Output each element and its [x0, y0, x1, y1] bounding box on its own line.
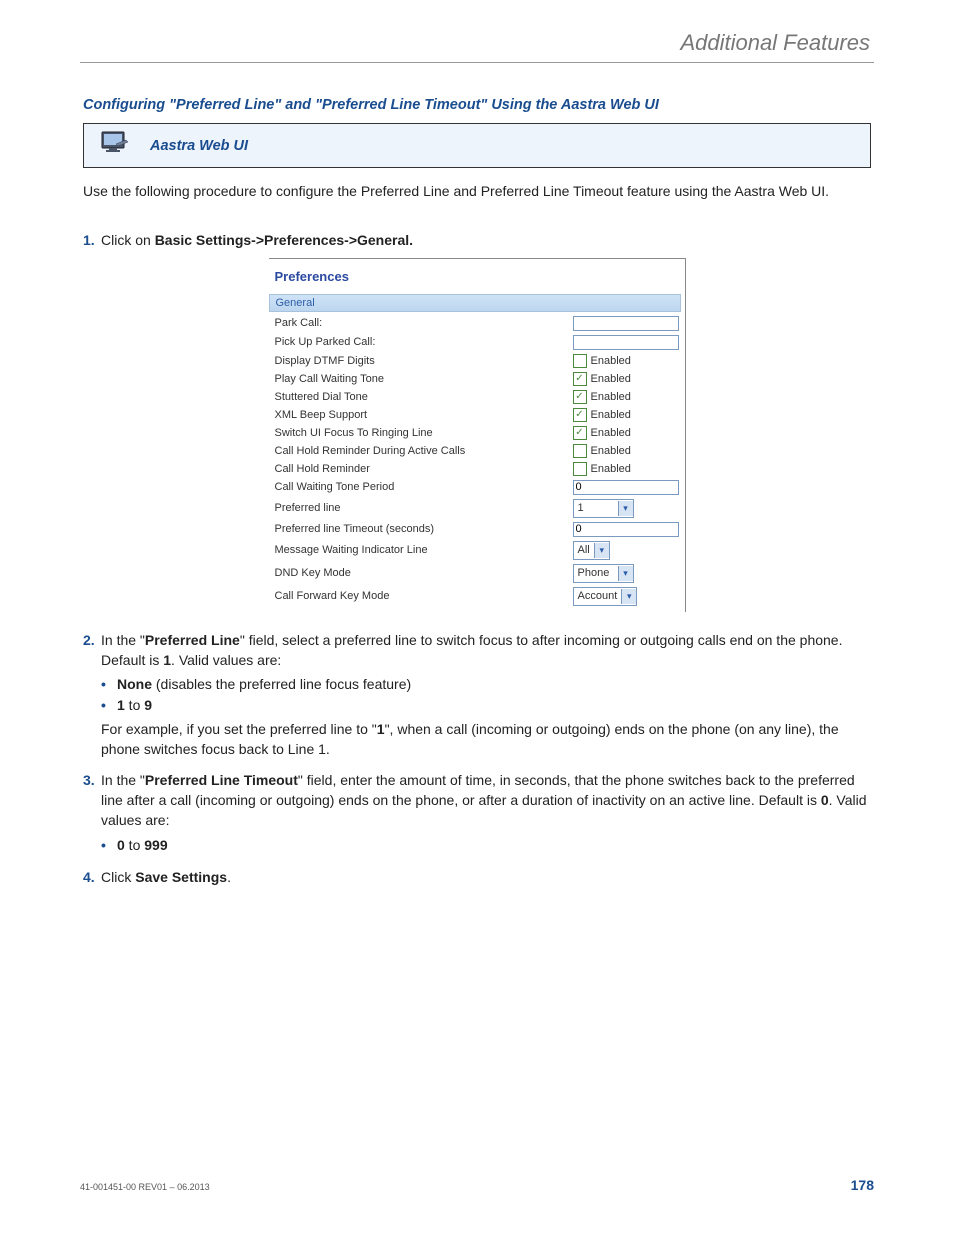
bullet-dot: • — [101, 835, 117, 855]
plt-input[interactable] — [573, 522, 679, 537]
dtmf-enabled: Enabled — [591, 355, 631, 367]
row-cwtp-label: Call Waiting Tone Period — [269, 478, 567, 497]
s2-bl2b: to — [125, 697, 144, 713]
s3-b2: 0 — [821, 792, 829, 808]
row-sdt-label: Stuttered Dial Tone — [269, 388, 567, 406]
row-cfkm-label: Call Forward Key Mode — [269, 585, 567, 608]
xml-checkbox[interactable]: ✓ — [573, 408, 587, 422]
s4-pre: Click — [101, 869, 135, 885]
row-pickup-label: Pick Up Parked Call: — [269, 333, 567, 352]
pickup-call-input[interactable] — [573, 335, 679, 350]
s3-bl1a: 0 — [117, 837, 125, 853]
footer-page-number: 178 — [851, 1177, 874, 1193]
cwtp-input[interactable] — [573, 480, 679, 495]
section-title: Configuring "Preferred Line" and "Prefer… — [83, 97, 874, 113]
s2-t: In the " — [101, 632, 145, 648]
ring-checkbox[interactable]: ✓ — [573, 426, 587, 440]
webui-label: Aastra Web UI — [150, 138, 248, 154]
s2-p2b: 1 — [377, 721, 385, 737]
step-4: 4. Click Save Settings. — [83, 867, 871, 887]
s2-bl1a: None — [117, 676, 152, 692]
cwt-checkbox[interactable]: ✓ — [573, 372, 587, 386]
s4-post: . — [227, 869, 231, 885]
page-header: Additional Features — [80, 30, 874, 56]
s3-t: In the " — [101, 772, 145, 788]
chevron-down-icon: ▾ — [594, 543, 609, 558]
chr-enabled: Enabled — [591, 463, 631, 475]
page-footer: 41-001451-00 REV01 – 06.2013 178 — [80, 1177, 874, 1193]
s2-t3: . Valid values are: — [171, 652, 281, 668]
s2-bl1b: (disables the preferred line focus featu… — [152, 676, 411, 692]
xml-enabled: Enabled — [591, 409, 631, 421]
s3-bl1c: 999 — [144, 837, 167, 853]
step-1: 1. Click on Basic Settings->Preferences-… — [83, 230, 871, 250]
preferences-title: Preferences — [269, 259, 685, 294]
row-dnd-label: DND Key Mode — [269, 562, 567, 585]
s2-b1: Preferred Line — [145, 632, 240, 648]
pl-value: 1 — [574, 502, 618, 514]
chevron-down-icon: ▾ — [618, 566, 633, 581]
row-chr-label: Call Hold Reminder — [269, 460, 567, 478]
step-number: 1. — [83, 230, 101, 250]
dnd-value: Phone — [574, 567, 618, 579]
intro-text: Use the following procedure to configure… — [83, 182, 871, 202]
monitor-icon — [100, 130, 130, 161]
row-park-label: Park Call: — [269, 314, 567, 333]
bullet-dot: • — [101, 695, 117, 715]
row-dtmf-label: Display DTMF Digits — [269, 352, 567, 370]
s3-bl1b: to — [125, 837, 144, 853]
chrd-enabled: Enabled — [591, 445, 631, 457]
step-number: 3. — [83, 770, 101, 859]
row-pl-label: Preferred line — [269, 497, 567, 520]
chr-checkbox[interactable] — [573, 462, 587, 476]
footer-docid: 41-001451-00 REV01 – 06.2013 — [80, 1182, 210, 1192]
s2-bl2c: 9 — [144, 697, 152, 713]
step-number: 2. — [83, 630, 101, 760]
row-plt-label: Preferred line Timeout (seconds) — [269, 520, 567, 539]
ring-enabled: Enabled — [591, 427, 631, 439]
webui-bar: Aastra Web UI — [83, 123, 871, 168]
row-xml-label: XML Beep Support — [269, 406, 567, 424]
chevron-down-icon: ▾ — [621, 589, 636, 604]
header-rule — [80, 62, 874, 63]
dnd-select[interactable]: Phone▾ — [573, 564, 634, 583]
row-cwt-label: Play Call Waiting Tone — [269, 370, 567, 388]
row-mwi-label: Message Waiting Indicator Line — [269, 539, 567, 562]
bullet-dot: • — [101, 674, 117, 694]
mwi-select[interactable]: All▾ — [573, 541, 610, 560]
s2-bl2a: 1 — [117, 697, 125, 713]
row-ring-label: Switch UI Focus To Ringing Line — [269, 424, 567, 442]
dtmf-checkbox[interactable] — [573, 354, 587, 368]
step-2: 2. In the "Preferred Line" field, select… — [83, 630, 871, 760]
s2-p2a: For example, if you set the preferred li… — [101, 721, 377, 737]
cfkm-select[interactable]: Account▾ — [573, 587, 638, 606]
s4-bold: Save Settings — [135, 869, 227, 885]
step-3: 3. In the "Preferred Line Timeout" field… — [83, 770, 871, 859]
mwi-value: All — [574, 544, 594, 556]
cwt-enabled: Enabled — [591, 373, 631, 385]
step1-bold: Basic Settings->Preferences->General. — [155, 232, 413, 248]
step1-pre: Click on — [101, 232, 155, 248]
step-number: 4. — [83, 867, 101, 887]
cfkm-value: Account — [574, 590, 622, 602]
park-call-input[interactable] — [573, 316, 679, 331]
general-header: General — [269, 294, 681, 312]
sdt-checkbox[interactable]: ✓ — [573, 390, 587, 404]
row-chrd-label: Call Hold Reminder During Active Calls — [269, 442, 567, 460]
s3-b1: Preferred Line Timeout — [145, 772, 298, 788]
sdt-enabled: Enabled — [591, 391, 631, 403]
chevron-down-icon: ▾ — [618, 501, 633, 516]
preferences-panel: Preferences General Park Call: Pick Up P… — [269, 258, 686, 612]
chrd-checkbox[interactable] — [573, 444, 587, 458]
preferred-line-select[interactable]: 1▾ — [573, 499, 634, 518]
s2-b2: 1 — [163, 652, 171, 668]
